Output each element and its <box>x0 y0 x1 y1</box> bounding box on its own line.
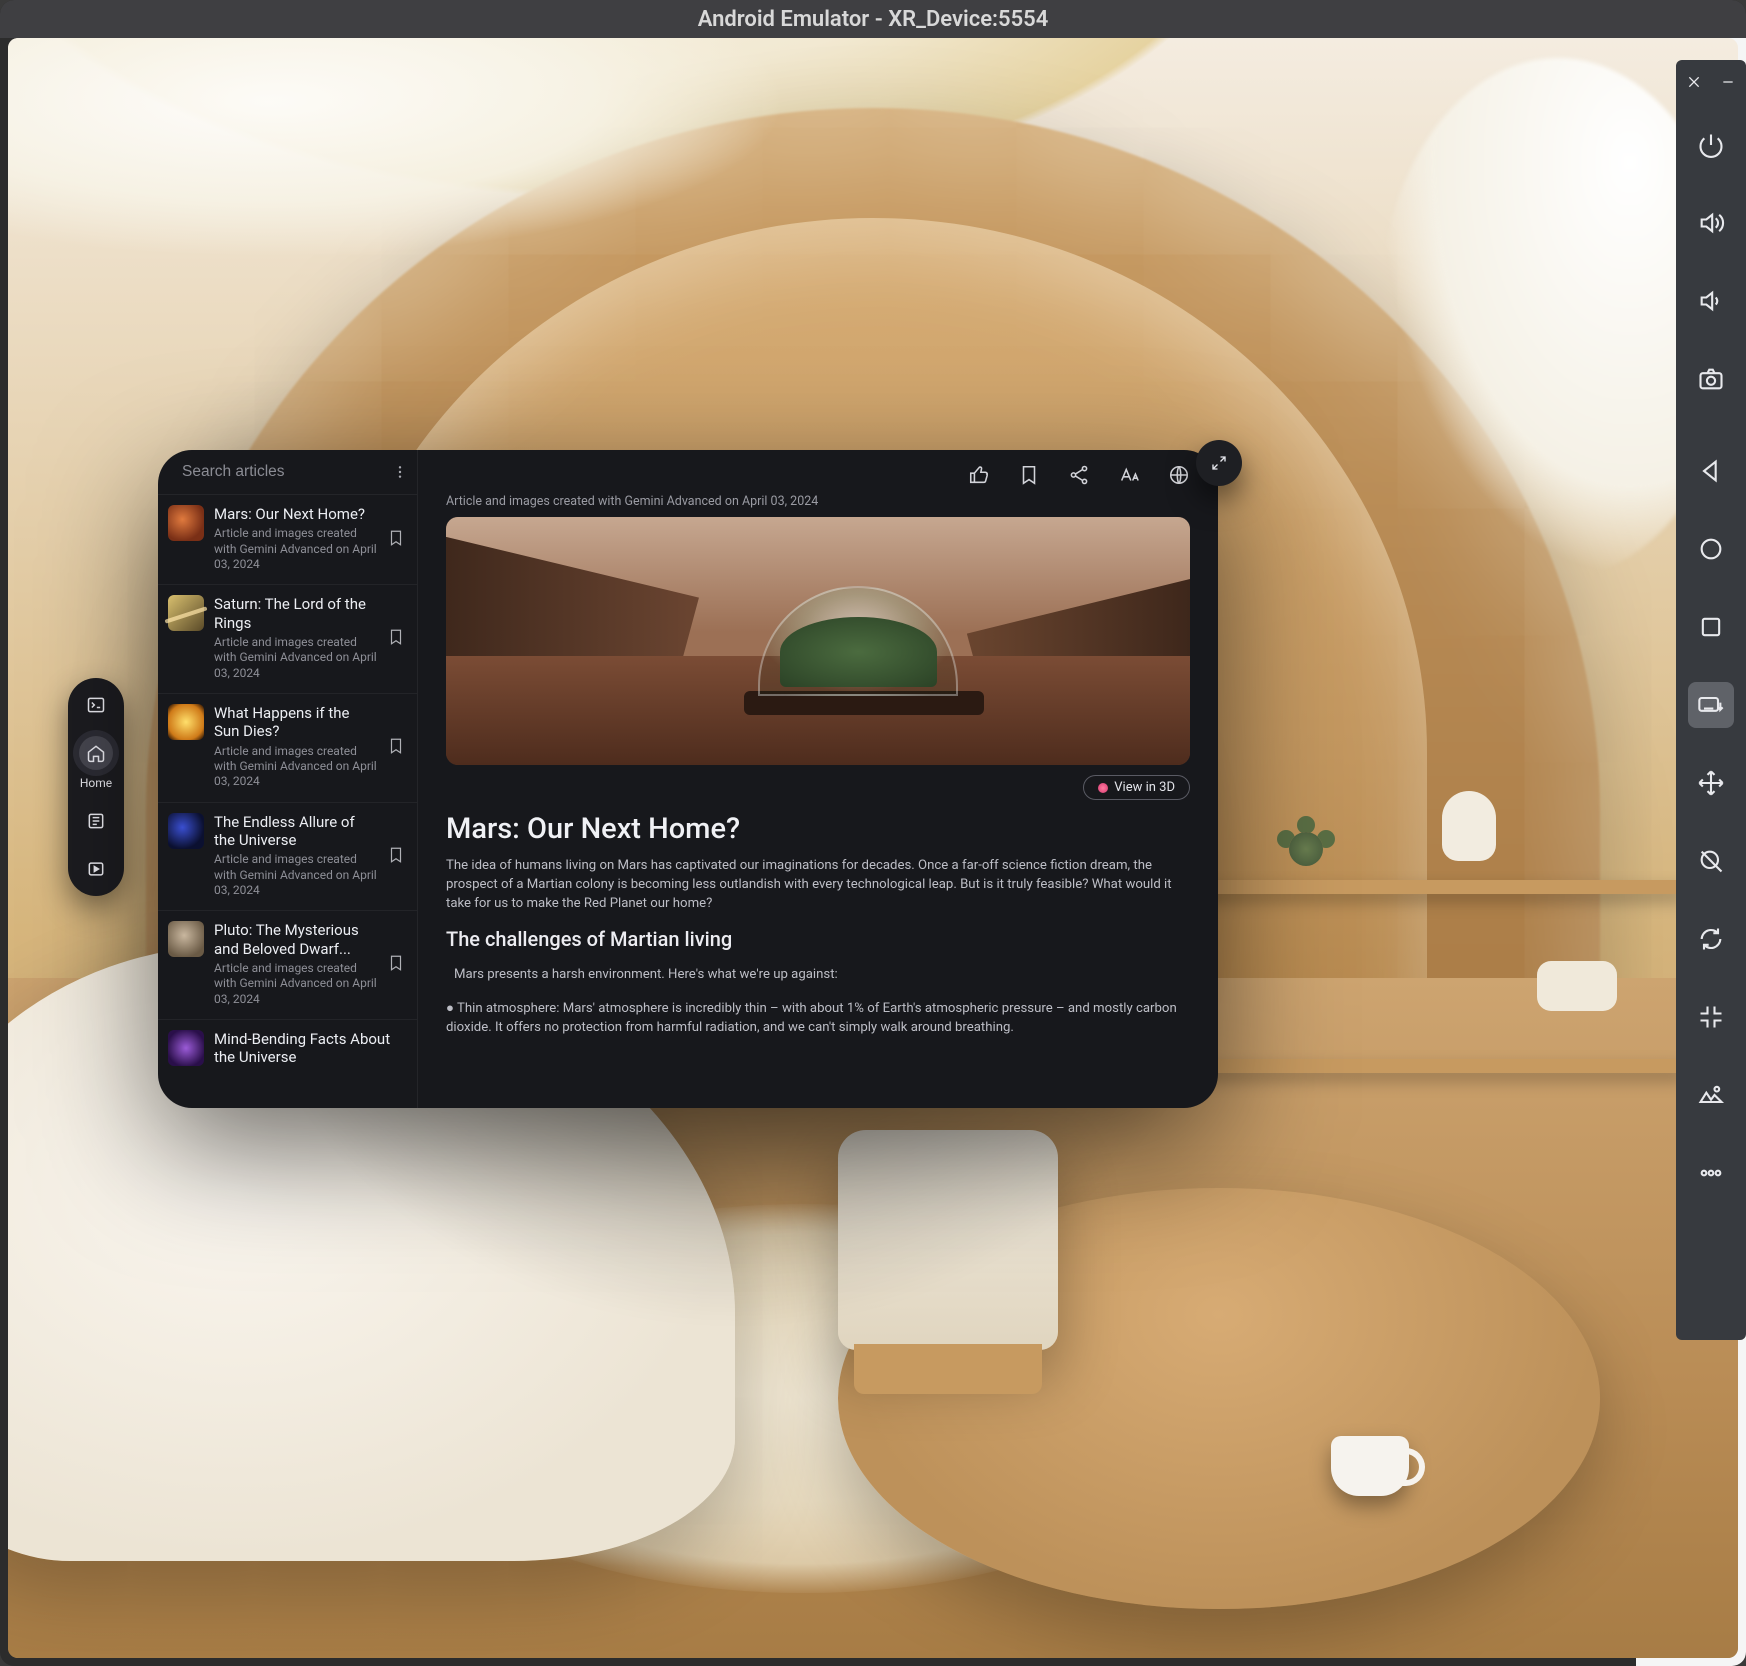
volume-down-icon[interactable] <box>1688 278 1734 324</box>
more-button[interactable] <box>392 460 408 484</box>
more-icon[interactable] <box>1688 1150 1734 1196</box>
bookmark-icon[interactable] <box>387 846 407 866</box>
globe-icon[interactable] <box>1168 464 1190 486</box>
thumbnail <box>168 1030 204 1066</box>
bookmark-icon[interactable] <box>387 628 407 648</box>
nav-rail: Home <box>68 678 124 896</box>
overview-icon[interactable] <box>1688 604 1734 650</box>
thumbnail <box>168 505 204 541</box>
thumbnail <box>168 704 204 740</box>
emulator-toolbar <box>1676 60 1746 1340</box>
nav-article[interactable] <box>79 804 113 838</box>
list-item[interactable]: Mars: Our Next Home? Article and images … <box>158 495 417 585</box>
item-title: Mind-Bending Facts About the Universe <box>214 1030 407 1067</box>
search-input[interactable] <box>182 463 382 481</box>
bookmark-icon[interactable] <box>387 737 407 757</box>
text-size-icon[interactable] <box>1118 464 1140 486</box>
article-intro: The idea of humans living on Mars has ca… <box>446 856 1190 913</box>
bookmark-icon[interactable] <box>387 954 407 974</box>
share-icon[interactable] <box>1068 464 1090 486</box>
list-item[interactable]: Mind-Bending Facts About the Universe <box>158 1020 417 1082</box>
rotate-icon[interactable] <box>1688 916 1734 962</box>
hero-image <box>446 517 1190 765</box>
article-subheading: The challenges of Martian living <box>446 927 1190 951</box>
nav-terminal[interactable] <box>79 688 113 722</box>
article-content[interactable]: Article and images created with Gemini A… <box>418 450 1218 1108</box>
article-sidebar: Mars: Our Next Home? Article and images … <box>158 450 418 1108</box>
back-icon[interactable] <box>1688 448 1734 494</box>
view-3d-button[interactable]: View in 3D <box>1083 775 1190 800</box>
reader-panel: Mars: Our Next Home? Article and images … <box>158 450 1218 1108</box>
power-icon[interactable] <box>1688 122 1734 168</box>
item-title: Mars: Our Next Home? <box>214 505 377 523</box>
item-subtitle: Article and images created with Gemini A… <box>214 961 377 1007</box>
window-title: Android Emulator - XR_Device:5554 <box>0 0 1746 38</box>
zoom-disabled-icon[interactable] <box>1688 838 1734 884</box>
item-title: What Happens if the Sun Dies? <box>214 704 377 741</box>
thumbnail <box>168 595 204 631</box>
article-heading: Mars: Our Next Home? <box>446 812 1190 846</box>
article-bullet: Thin atmosphere: Mars' atmosphere is inc… <box>446 999 1190 1039</box>
bookmark-icon[interactable] <box>387 529 407 549</box>
xr-scene: Home <box>8 38 1738 1658</box>
list-item[interactable]: Pluto: The Mysterious and Beloved Dwarf.… <box>158 911 417 1020</box>
home-icon[interactable] <box>1688 526 1734 572</box>
item-title: Saturn: The Lord of the Rings <box>214 595 377 632</box>
list-item[interactable]: Saturn: The Lord of the Rings Article an… <box>158 585 417 694</box>
item-subtitle: Article and images created with Gemini A… <box>214 635 377 681</box>
landscape-icon[interactable] <box>1688 1072 1734 1118</box>
credit-line: Article and images created with Gemini A… <box>446 494 1190 509</box>
volume-up-icon[interactable] <box>1688 200 1734 246</box>
nav-home[interactable] <box>79 736 113 770</box>
view-3d-icon <box>1098 783 1108 793</box>
like-icon[interactable] <box>968 464 990 486</box>
item-title: Pluto: The Mysterious and Beloved Dwarf.… <box>214 921 377 958</box>
item-subtitle: Article and images created with Gemini A… <box>214 526 377 572</box>
article-paragraph: Mars presents a harsh environment. Here'… <box>446 965 1190 984</box>
camera-icon[interactable] <box>1688 356 1734 402</box>
nav-home-label: Home <box>80 776 112 790</box>
list-item[interactable]: What Happens if the Sun Dies? Article an… <box>158 694 417 803</box>
item-subtitle: Article and images created with Gemini A… <box>214 852 377 898</box>
thumbnail <box>168 921 204 957</box>
nav-video[interactable] <box>79 852 113 886</box>
thumbnail <box>168 813 204 849</box>
bookmark-icon[interactable] <box>1018 464 1040 486</box>
article-list[interactable]: Mars: Our Next Home? Article and images … <box>158 495 417 1108</box>
item-subtitle: Article and images created with Gemini A… <box>214 744 377 790</box>
keyboard-icon[interactable] <box>1688 682 1734 728</box>
close-icon[interactable] <box>1684 72 1704 92</box>
item-title: The Endless Allure of the Universe <box>214 813 377 850</box>
search-bar <box>158 450 417 495</box>
minimize-icon[interactable] <box>1718 72 1738 92</box>
list-item[interactable]: The Endless Allure of the Universe Artic… <box>158 803 417 912</box>
view-3d-label: View in 3D <box>1114 780 1175 795</box>
collapse-icon[interactable] <box>1688 994 1734 1040</box>
move-icon[interactable] <box>1688 760 1734 806</box>
expand-button[interactable] <box>1196 440 1242 486</box>
